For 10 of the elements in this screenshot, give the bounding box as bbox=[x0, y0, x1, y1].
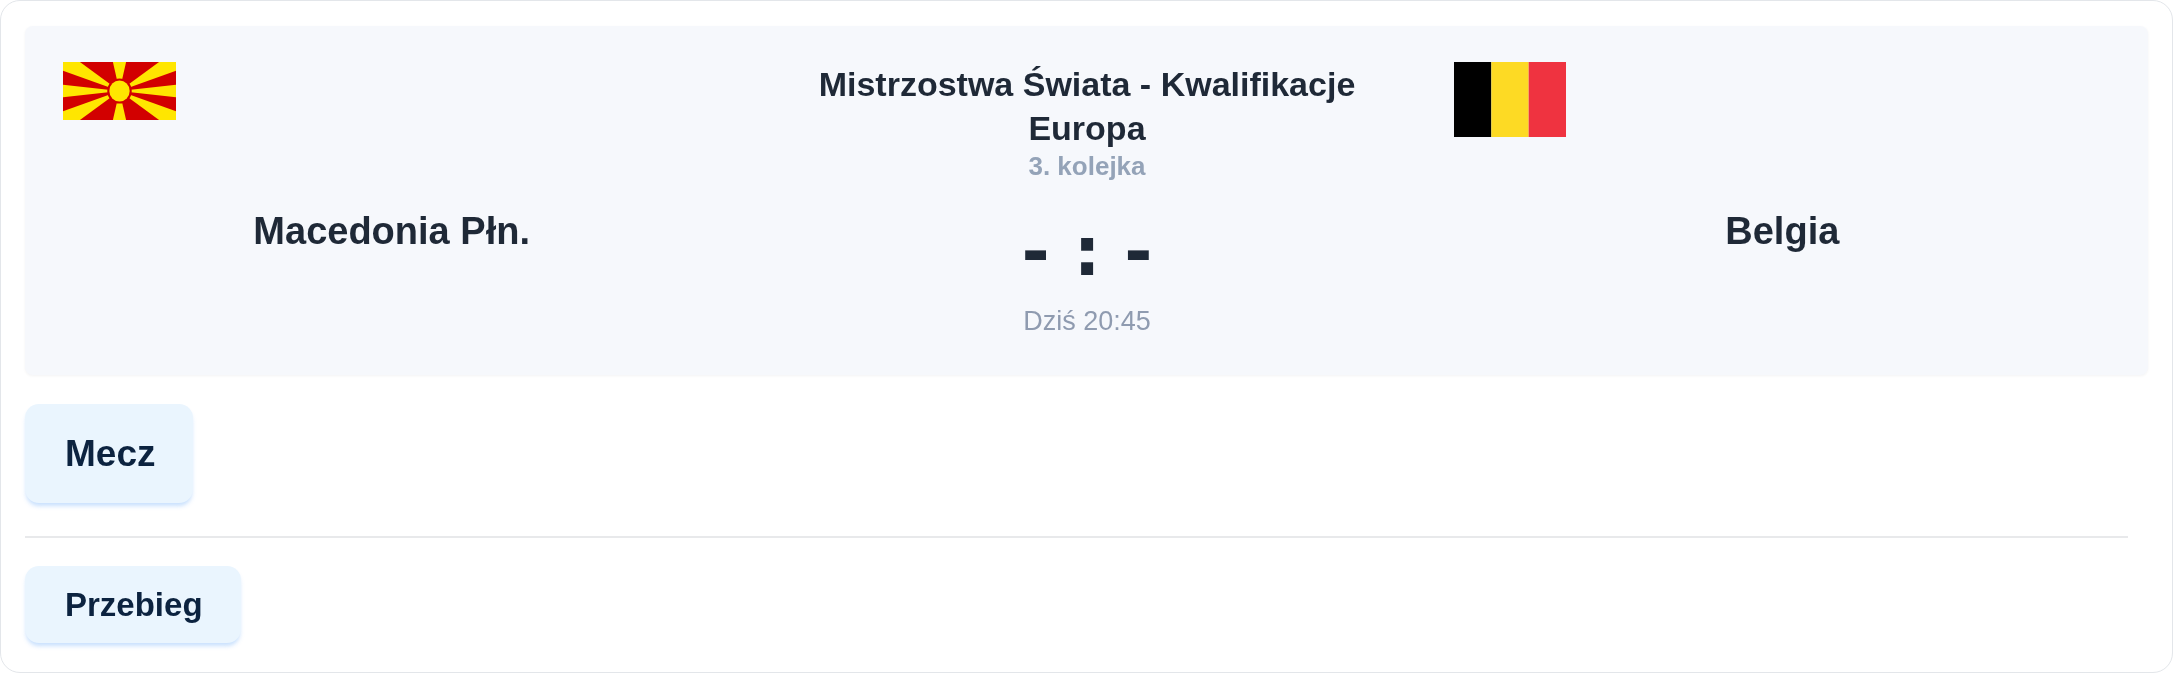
team-name: Belgia bbox=[1725, 209, 1840, 254]
section-tab[interactable]: Przebieg bbox=[25, 566, 241, 643]
competition-title: Mistrzostwa Świata - Kwalifikacje Europa bbox=[817, 64, 1357, 149]
sun-flag-icon bbox=[63, 62, 176, 120]
kickoff-time: Dziś 20:45 bbox=[1023, 305, 1151, 338]
section-tab[interactable]: Mecz bbox=[25, 404, 194, 503]
score-text: - : - bbox=[1021, 216, 1153, 288]
round-label: 3. kolejka bbox=[1028, 150, 1146, 182]
team-name: Macedonia Płn. bbox=[253, 209, 530, 254]
tricolor-flag-icon bbox=[1453, 62, 1566, 137]
